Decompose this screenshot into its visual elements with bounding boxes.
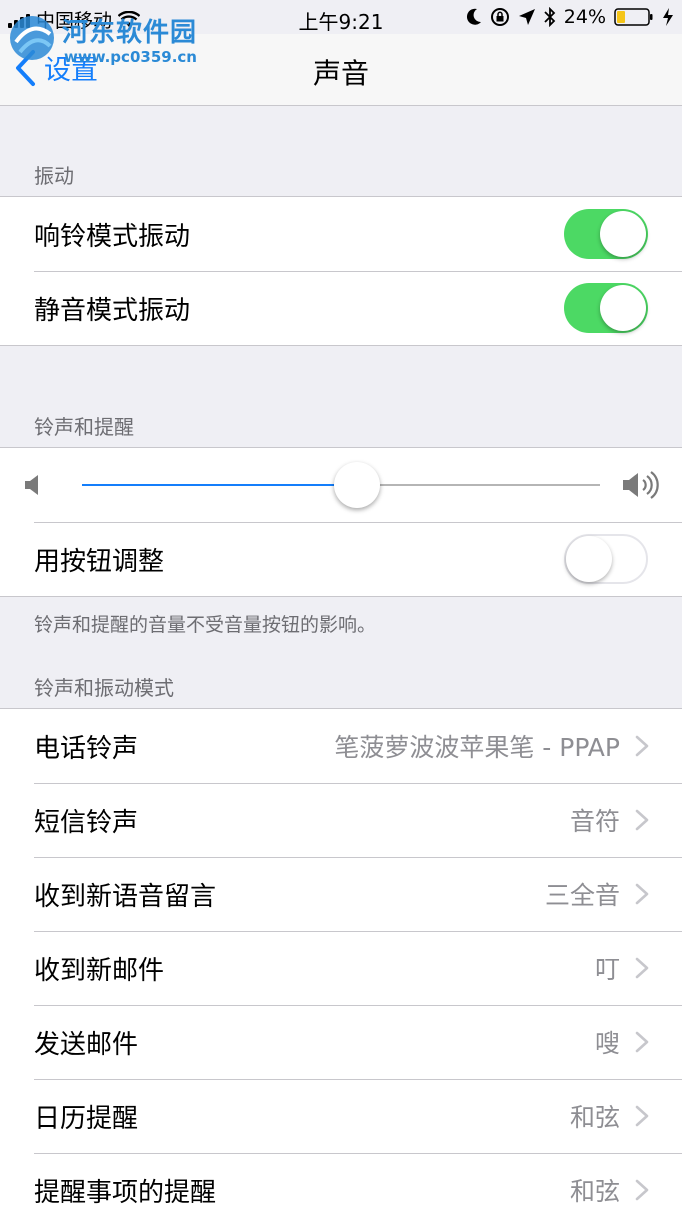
watermark-title: 河东软件园 — [62, 18, 198, 48]
chevron-right-icon — [635, 1105, 649, 1127]
row-label: 短信铃声 — [34, 807, 139, 838]
watermark-icon — [10, 16, 54, 60]
volume-slider-thumb[interactable] — [333, 462, 380, 508]
volume-slider-fill — [82, 484, 357, 486]
vibrate-on-ring-toggle[interactable] — [564, 209, 648, 259]
vibration-group: 响铃模式振动 静音模式振动 — [0, 196, 682, 346]
adjust-with-buttons-row: 用按钮调整 — [0, 522, 682, 596]
sound-row-5[interactable]: 日历提醒 和弦 — [0, 1079, 682, 1153]
sound-row-0[interactable]: 电话铃声 笔菠萝波波苹果笔 - PPAP — [0, 709, 682, 783]
sound-row-2[interactable]: 收到新语音留言 三全音 — [0, 857, 682, 931]
row-label: 响铃模式振动 — [34, 221, 191, 252]
row-value: 嗖 — [594, 1029, 620, 1058]
rotation-lock-icon — [490, 8, 509, 26]
row-value: 和弦 — [569, 1103, 620, 1132]
volume-slider[interactable] — [82, 462, 600, 508]
row-value: 音符 — [569, 807, 620, 836]
battery-percent: 24% — [563, 6, 606, 28]
bluetooth-icon — [544, 7, 556, 27]
location-icon — [518, 9, 535, 25]
row-label: 提醒事项的提醒 — [34, 1177, 217, 1208]
battery-icon — [614, 8, 653, 26]
chevron-right-icon — [635, 1179, 649, 1201]
ringer-footer-note: 铃声和提醒的音量不受音量按钮的影响。 — [34, 614, 377, 636]
toggle-knob — [600, 211, 646, 257]
chevron-right-icon — [635, 809, 649, 831]
row-value: 笔菠萝波波苹果笔 - PPAP — [334, 733, 620, 762]
vibrate-on-silent-row: 静音模式振动 — [0, 271, 682, 345]
row-label: 用按钮调整 — [34, 546, 165, 577]
section-header-vibration: 振动 — [34, 164, 74, 188]
sound-row-6[interactable]: 提醒事项的提醒 和弦 — [0, 1153, 682, 1212]
toggle-knob — [600, 285, 646, 331]
charging-icon — [663, 8, 673, 26]
row-label: 日历提醒 — [34, 1103, 139, 1134]
sound-row-4[interactable]: 发送邮件 嗖 — [0, 1005, 682, 1079]
vibrate-on-silent-toggle[interactable] — [564, 283, 648, 333]
volume-high-icon — [623, 471, 659, 499]
row-label: 收到新邮件 — [34, 955, 165, 986]
volume-slider-row — [0, 448, 682, 522]
chevron-right-icon — [635, 1031, 649, 1053]
toggle-knob — [566, 536, 612, 582]
watermark-logo: 河东软件园 www.pc0359.cn — [6, 12, 216, 72]
moon-icon — [466, 8, 481, 25]
row-label: 静音模式振动 — [34, 295, 191, 326]
row-value: 三全音 — [544, 881, 620, 910]
chevron-right-icon — [635, 883, 649, 905]
row-label: 发送邮件 — [34, 1029, 139, 1060]
row-label: 电话铃声 — [34, 733, 139, 764]
chevron-right-icon — [635, 957, 649, 979]
sound-row-3[interactable]: 收到新邮件 叮 — [0, 931, 682, 1005]
row-value: 叮 — [594, 955, 620, 984]
chevron-right-icon — [635, 735, 649, 757]
sound-row-1[interactable]: 短信铃声 音符 — [0, 783, 682, 857]
ringer-group: 用按钮调整 — [0, 447, 682, 597]
section-header-ringer: 铃声和提醒 — [34, 415, 134, 439]
row-value: 和弦 — [569, 1177, 620, 1206]
watermark-url: www.pc0359.cn — [64, 48, 197, 66]
volume-low-icon — [25, 475, 38, 495]
patterns-group: 电话铃声 笔菠萝波波苹果笔 - PPAP 短信铃声 音符 收到新语音留言 三全音… — [0, 708, 682, 1212]
section-header-patterns: 铃声和振动模式 — [34, 676, 174, 700]
adjust-with-buttons-toggle[interactable] — [564, 534, 648, 584]
status-right: 24% — [466, 6, 674, 28]
vibrate-on-ring-row: 响铃模式振动 — [0, 197, 682, 271]
row-label: 收到新语音留言 — [34, 881, 217, 912]
